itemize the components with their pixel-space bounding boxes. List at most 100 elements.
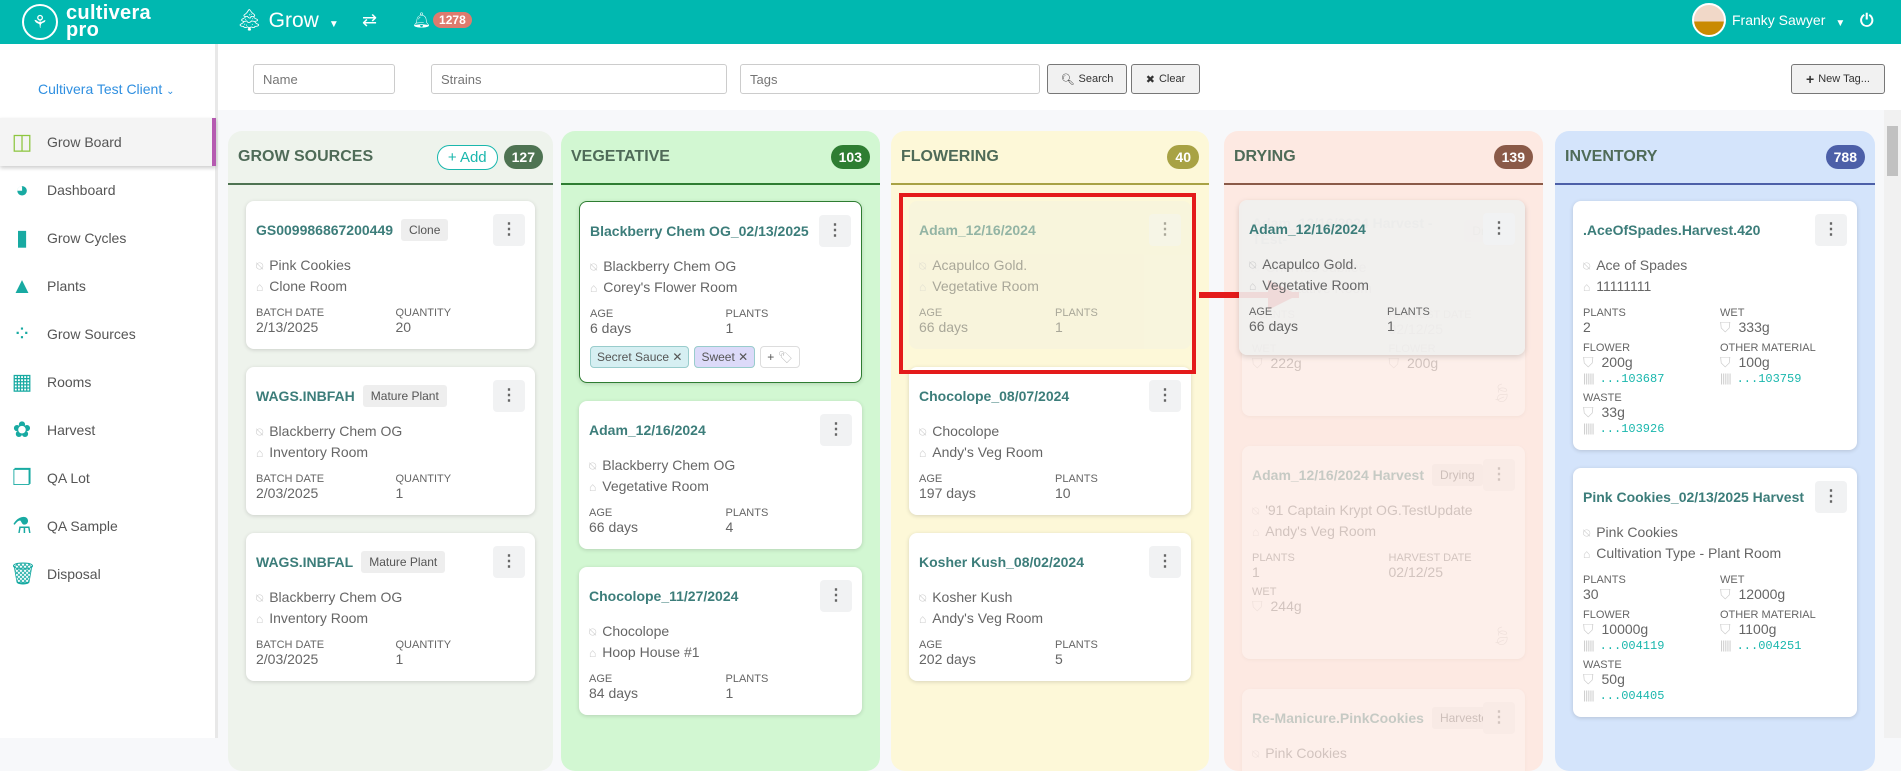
card-title[interactable]: Chocolope_11/27/2024 bbox=[589, 588, 738, 604]
sidebar-item-plants[interactable]: ▲ Plants bbox=[0, 262, 216, 310]
caret-down-icon: ▼ bbox=[1835, 17, 1846, 29]
cultivera-logo[interactable]: ⚘ cultivera pro bbox=[22, 3, 151, 40]
remove-tag-icon[interactable]: ✕ bbox=[672, 350, 682, 364]
card-title[interactable]: WAGS.INBFAL bbox=[256, 554, 353, 570]
board-card[interactable]: Chocolope_11/27/2024 ⋮ ⍉ Chocolope ⌂ Hoop Hou… bbox=[579, 567, 862, 715]
strain-name: Acapulco Gold. bbox=[1262, 256, 1358, 272]
close-icon: ✖ bbox=[1145, 73, 1155, 86]
barcode-number[interactable]: ...004251 bbox=[1737, 639, 1802, 653]
board-card[interactable]: WAGS.INBFAH Mature Plant ⋮ ⍉ Blackberry Chem… bbox=[246, 367, 535, 515]
more-options-icon[interactable]: ⋮ bbox=[820, 580, 852, 612]
more-options-icon[interactable]: ⋮ bbox=[1149, 546, 1181, 578]
weight-icon: ⛉ bbox=[1720, 319, 1731, 335]
card-title[interactable]: Chocolope_08/07/2024 bbox=[919, 388, 1069, 404]
leaf-icon[interactable]: 🍃︎ bbox=[1490, 626, 1513, 647]
sidebar-item-dashboard[interactable]: ◕ Dashboard bbox=[0, 166, 216, 214]
scrollbar-thumb[interactable] bbox=[1887, 126, 1898, 176]
tag-chip[interactable]: Secret Sauce ✕ bbox=[590, 346, 690, 368]
board-card[interactable]: Re-Manicure.PinkCookies Harvested ⋮ ⍉ Pink C… bbox=[1242, 689, 1525, 771]
barcode-number[interactable]: ...103687 bbox=[1600, 372, 1665, 386]
field-value: 2/13/2025 bbox=[256, 319, 319, 335]
add-tag-button[interactable]: + 🏷︎ bbox=[760, 346, 800, 368]
sidebar-item-grow-cycles[interactable]: ▮ Grow Cycles bbox=[0, 214, 216, 262]
board-card[interactable]: Chocolope_08/07/2024 ⋮ ⍉ Chocolope ⌂ Andy's V… bbox=[909, 367, 1191, 515]
swap-icon[interactable]: ⇄ bbox=[362, 10, 377, 31]
tag-chip[interactable]: Sweet ✕ bbox=[694, 346, 756, 368]
board-card[interactable]: Adam_12/16/2024 Harvest Drying ⋮ ⍉ '91 Capta… bbox=[1242, 446, 1525, 659]
weight-icon: ⛉ bbox=[1720, 621, 1731, 637]
board-card[interactable]: GS009986867200449 Clone ⋮ ⍉ Pink Cookies ⌂ Clo… bbox=[246, 201, 535, 349]
more-options-icon[interactable]: ⋮ bbox=[1149, 380, 1181, 412]
field-label: Plants bbox=[1055, 473, 1098, 485]
more-options-icon[interactable]: ⋮ bbox=[1483, 213, 1515, 245]
card-title[interactable]: Adam_12/16/2024 bbox=[1249, 221, 1366, 237]
barcode-number[interactable]: ...103759 bbox=[1737, 372, 1802, 386]
more-options-icon[interactable]: ⋮ bbox=[493, 546, 525, 578]
board-card[interactable]: Adam_12/16/2024 ⋮ ⍉ Acapulco Gold. ⌂ Vegetati… bbox=[1249, 213, 1515, 334]
card-field: Age 197 days bbox=[919, 473, 1045, 501]
card-title[interactable]: Re-Manicure.PinkCookies bbox=[1252, 710, 1424, 726]
name-input[interactable] bbox=[253, 64, 395, 94]
remove-tag-icon[interactable]: ✕ bbox=[738, 350, 748, 364]
sidebar-item-rooms[interactable]: ▦ Rooms bbox=[0, 358, 216, 406]
sidebar-item-qa-sample[interactable]: ⚗ QA Sample bbox=[0, 502, 216, 550]
strain-name: Blackberry Chem OG bbox=[269, 423, 403, 439]
sidebar-item-grow-sources[interactable]: ⁘ Grow Sources bbox=[0, 310, 216, 358]
tags-input[interactable] bbox=[740, 64, 1040, 94]
dragged-card-ghost[interactable]: Adam_12/16/2024 ⋮ ⍉ Acapulco Gold. ⌂ Vegetati… bbox=[1239, 200, 1525, 355]
power-icon[interactable]: ⏻ bbox=[1860, 11, 1873, 31]
notifications-button[interactable]: 🔔︎ 1278 bbox=[412, 11, 472, 29]
more-options-icon[interactable]: ⋮ bbox=[1483, 702, 1515, 734]
module-dropdown[interactable]: 🌲︎ Grow ▼ bbox=[236, 9, 339, 33]
board-card[interactable]: Kosher Kush_08/02/2024 ⋮ ⍉ Kosher Kush ⌂ Andy… bbox=[909, 533, 1191, 681]
board-card[interactable]: Blackberry Chem OG_02/13/2025 ⋮ ⍉ Blackberr… bbox=[579, 201, 862, 383]
leaf-icon[interactable]: 🍃︎ bbox=[1490, 383, 1513, 404]
card-title[interactable]: WAGS.INBFAH bbox=[256, 388, 355, 404]
card-title[interactable]: Kosher Kush_08/02/2024 bbox=[919, 554, 1084, 570]
barcode-number[interactable]: ...004119 bbox=[1600, 639, 1665, 653]
card-title[interactable]: Adam_12/16/2024 Harvest bbox=[1252, 467, 1424, 483]
strain-name: Pink Cookies bbox=[1265, 745, 1347, 761]
more-options-icon[interactable]: ⋮ bbox=[493, 214, 525, 246]
barcode-number[interactable]: ...103926 bbox=[1600, 422, 1665, 436]
card-title[interactable]: .AceOfSpades.Harvest.420 bbox=[1583, 222, 1760, 238]
user-menu[interactable]: Franky Sawyer ▼ bbox=[1692, 3, 1845, 37]
client-selector[interactable]: Cultivera Test Client ⌄ bbox=[38, 81, 175, 97]
sidebar-item-grow-board[interactable]: ◫ Grow Board bbox=[0, 118, 216, 166]
leaf-icon: ⍉ bbox=[1583, 526, 1591, 540]
more-options-icon[interactable]: ⋮ bbox=[1815, 481, 1847, 513]
board-card[interactable]: .AceOfSpades.Harvest.420 ⋮ ⍉ Ace of Spades ⌂… bbox=[1573, 201, 1857, 450]
field-label: Wet bbox=[1720, 307, 1745, 319]
sidebar-item-label: Harvest bbox=[47, 422, 96, 438]
field-value: 1 bbox=[725, 685, 734, 701]
more-options-icon[interactable]: ⋮ bbox=[1815, 214, 1847, 246]
card-title[interactable]: GS009986867200449 bbox=[256, 222, 393, 238]
sidebar-item-qa-lot[interactable]: ❐ QA Lot bbox=[0, 454, 216, 502]
clear-button[interactable]: ✖ Clear bbox=[1131, 64, 1200, 94]
field-label: Plants bbox=[1583, 574, 1626, 586]
sidebar-item-disposal[interactable]: 🗑︎ Disposal bbox=[0, 550, 216, 598]
strains-input[interactable] bbox=[431, 64, 727, 94]
page-scrollbar[interactable] bbox=[1884, 110, 1901, 738]
board-card[interactable]: Pink Cookies_02/13/2025 Harvest ⋮ ⍉ Pink Co… bbox=[1573, 468, 1857, 717]
more-options-icon[interactable]: ⋮ bbox=[820, 414, 852, 446]
board-card[interactable]: WAGS.INBFAL Mature Plant ⋮ ⍉ Blackberry Chem… bbox=[246, 533, 535, 681]
search-button[interactable]: 🔍︎ Search bbox=[1047, 64, 1127, 94]
barcode-number[interactable]: ...004405 bbox=[1600, 689, 1665, 703]
strain-name: Ace of Spades bbox=[1596, 257, 1688, 273]
card-field: Other Material ⛉ 100g ||||| ...103759 bbox=[1720, 342, 1847, 386]
add-button[interactable]: + Add bbox=[436, 144, 498, 170]
card-title[interactable]: Adam_12/16/2024 bbox=[589, 422, 706, 438]
board-card[interactable]: Adam_12/16/2024 ⋮ ⍉ Blackberry Chem OG ⌂ Vege… bbox=[579, 401, 862, 549]
card-title[interactable]: Blackberry Chem OG_02/13/2025 bbox=[590, 223, 809, 239]
new-tag-button[interactable]: + New Tag... bbox=[1791, 64, 1885, 94]
more-options-icon[interactable]: ⋮ bbox=[819, 215, 851, 247]
room-name: Inventory Room bbox=[269, 444, 369, 460]
sidebar-item-harvest[interactable]: ✿ Harvest bbox=[0, 406, 216, 454]
field-label: Waste bbox=[1583, 659, 1622, 671]
room-icon: ⌂ bbox=[1249, 279, 1257, 293]
more-options-icon[interactable]: ⋮ bbox=[1483, 459, 1515, 491]
field-label: Flower bbox=[1583, 609, 1631, 621]
more-options-icon[interactable]: ⋮ bbox=[493, 380, 525, 412]
card-title[interactable]: Pink Cookies_02/13/2025 Harvest bbox=[1583, 489, 1804, 505]
